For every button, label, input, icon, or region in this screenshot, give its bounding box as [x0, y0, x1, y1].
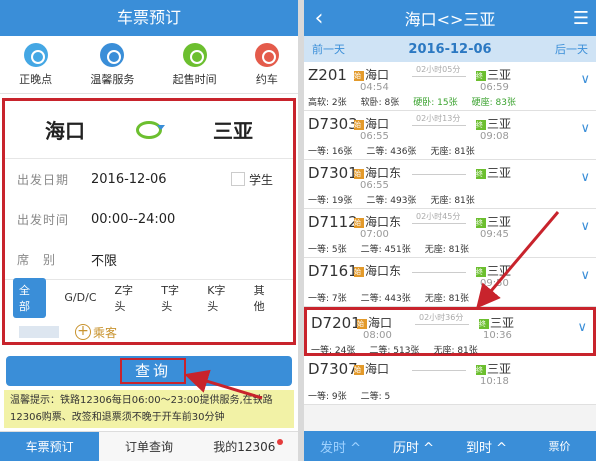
arrow-to-query-button	[184, 369, 263, 400]
arrow-to-selected-train	[476, 211, 560, 309]
annotation-arrows	[184, 211, 560, 400]
